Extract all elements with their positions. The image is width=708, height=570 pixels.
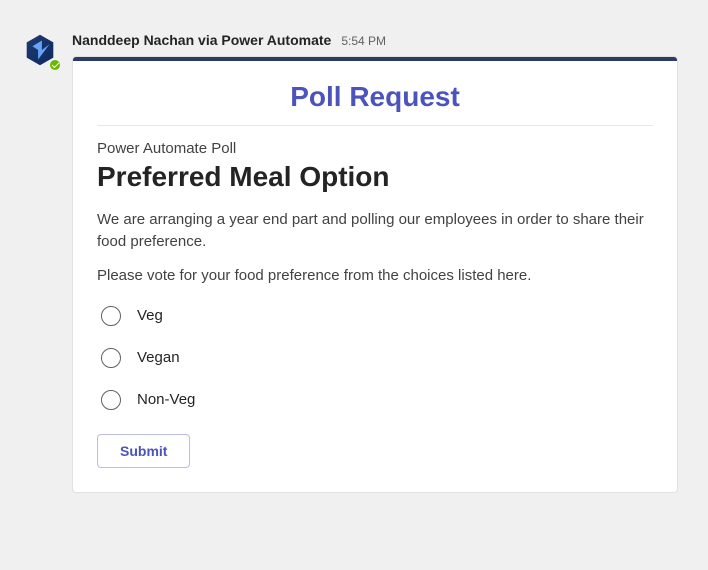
poll-description: We are arranging a year end part and pol…: [97, 209, 653, 253]
poll-option-nonveg[interactable]: Non-Veg: [101, 390, 653, 410]
radio-icon: [101, 390, 121, 410]
message-timestamp: 5:54 PM: [341, 34, 386, 48]
adaptive-card: Poll Request Power Automate Poll Preferr…: [72, 56, 678, 493]
poll-options: Veg Vegan Non-Veg: [97, 306, 653, 410]
presence-available-icon: [48, 58, 62, 72]
poll-question: Preferred Meal Option: [97, 161, 653, 193]
option-label: Non-Veg: [137, 391, 195, 408]
message-header: Nanddeep Nachan via Power Automate 5:54 …: [72, 20, 678, 56]
sender-name: Nanddeep Nachan via Power Automate: [72, 32, 331, 48]
radio-icon: [101, 348, 121, 368]
option-label: Veg: [137, 307, 163, 324]
poll-subtitle: Power Automate Poll: [97, 140, 653, 157]
poll-instruction: Please vote for your food preference fro…: [97, 267, 653, 284]
message-content: Nanddeep Nachan via Power Automate 5:54 …: [72, 20, 678, 550]
sender-avatar: [20, 30, 60, 70]
radio-icon: [101, 306, 121, 326]
poll-option-veg[interactable]: Veg: [101, 306, 653, 326]
submit-button[interactable]: Submit: [97, 434, 190, 468]
poll-title: Poll Request: [97, 81, 653, 126]
poll-option-vegan[interactable]: Vegan: [101, 348, 653, 368]
option-label: Vegan: [137, 349, 180, 366]
